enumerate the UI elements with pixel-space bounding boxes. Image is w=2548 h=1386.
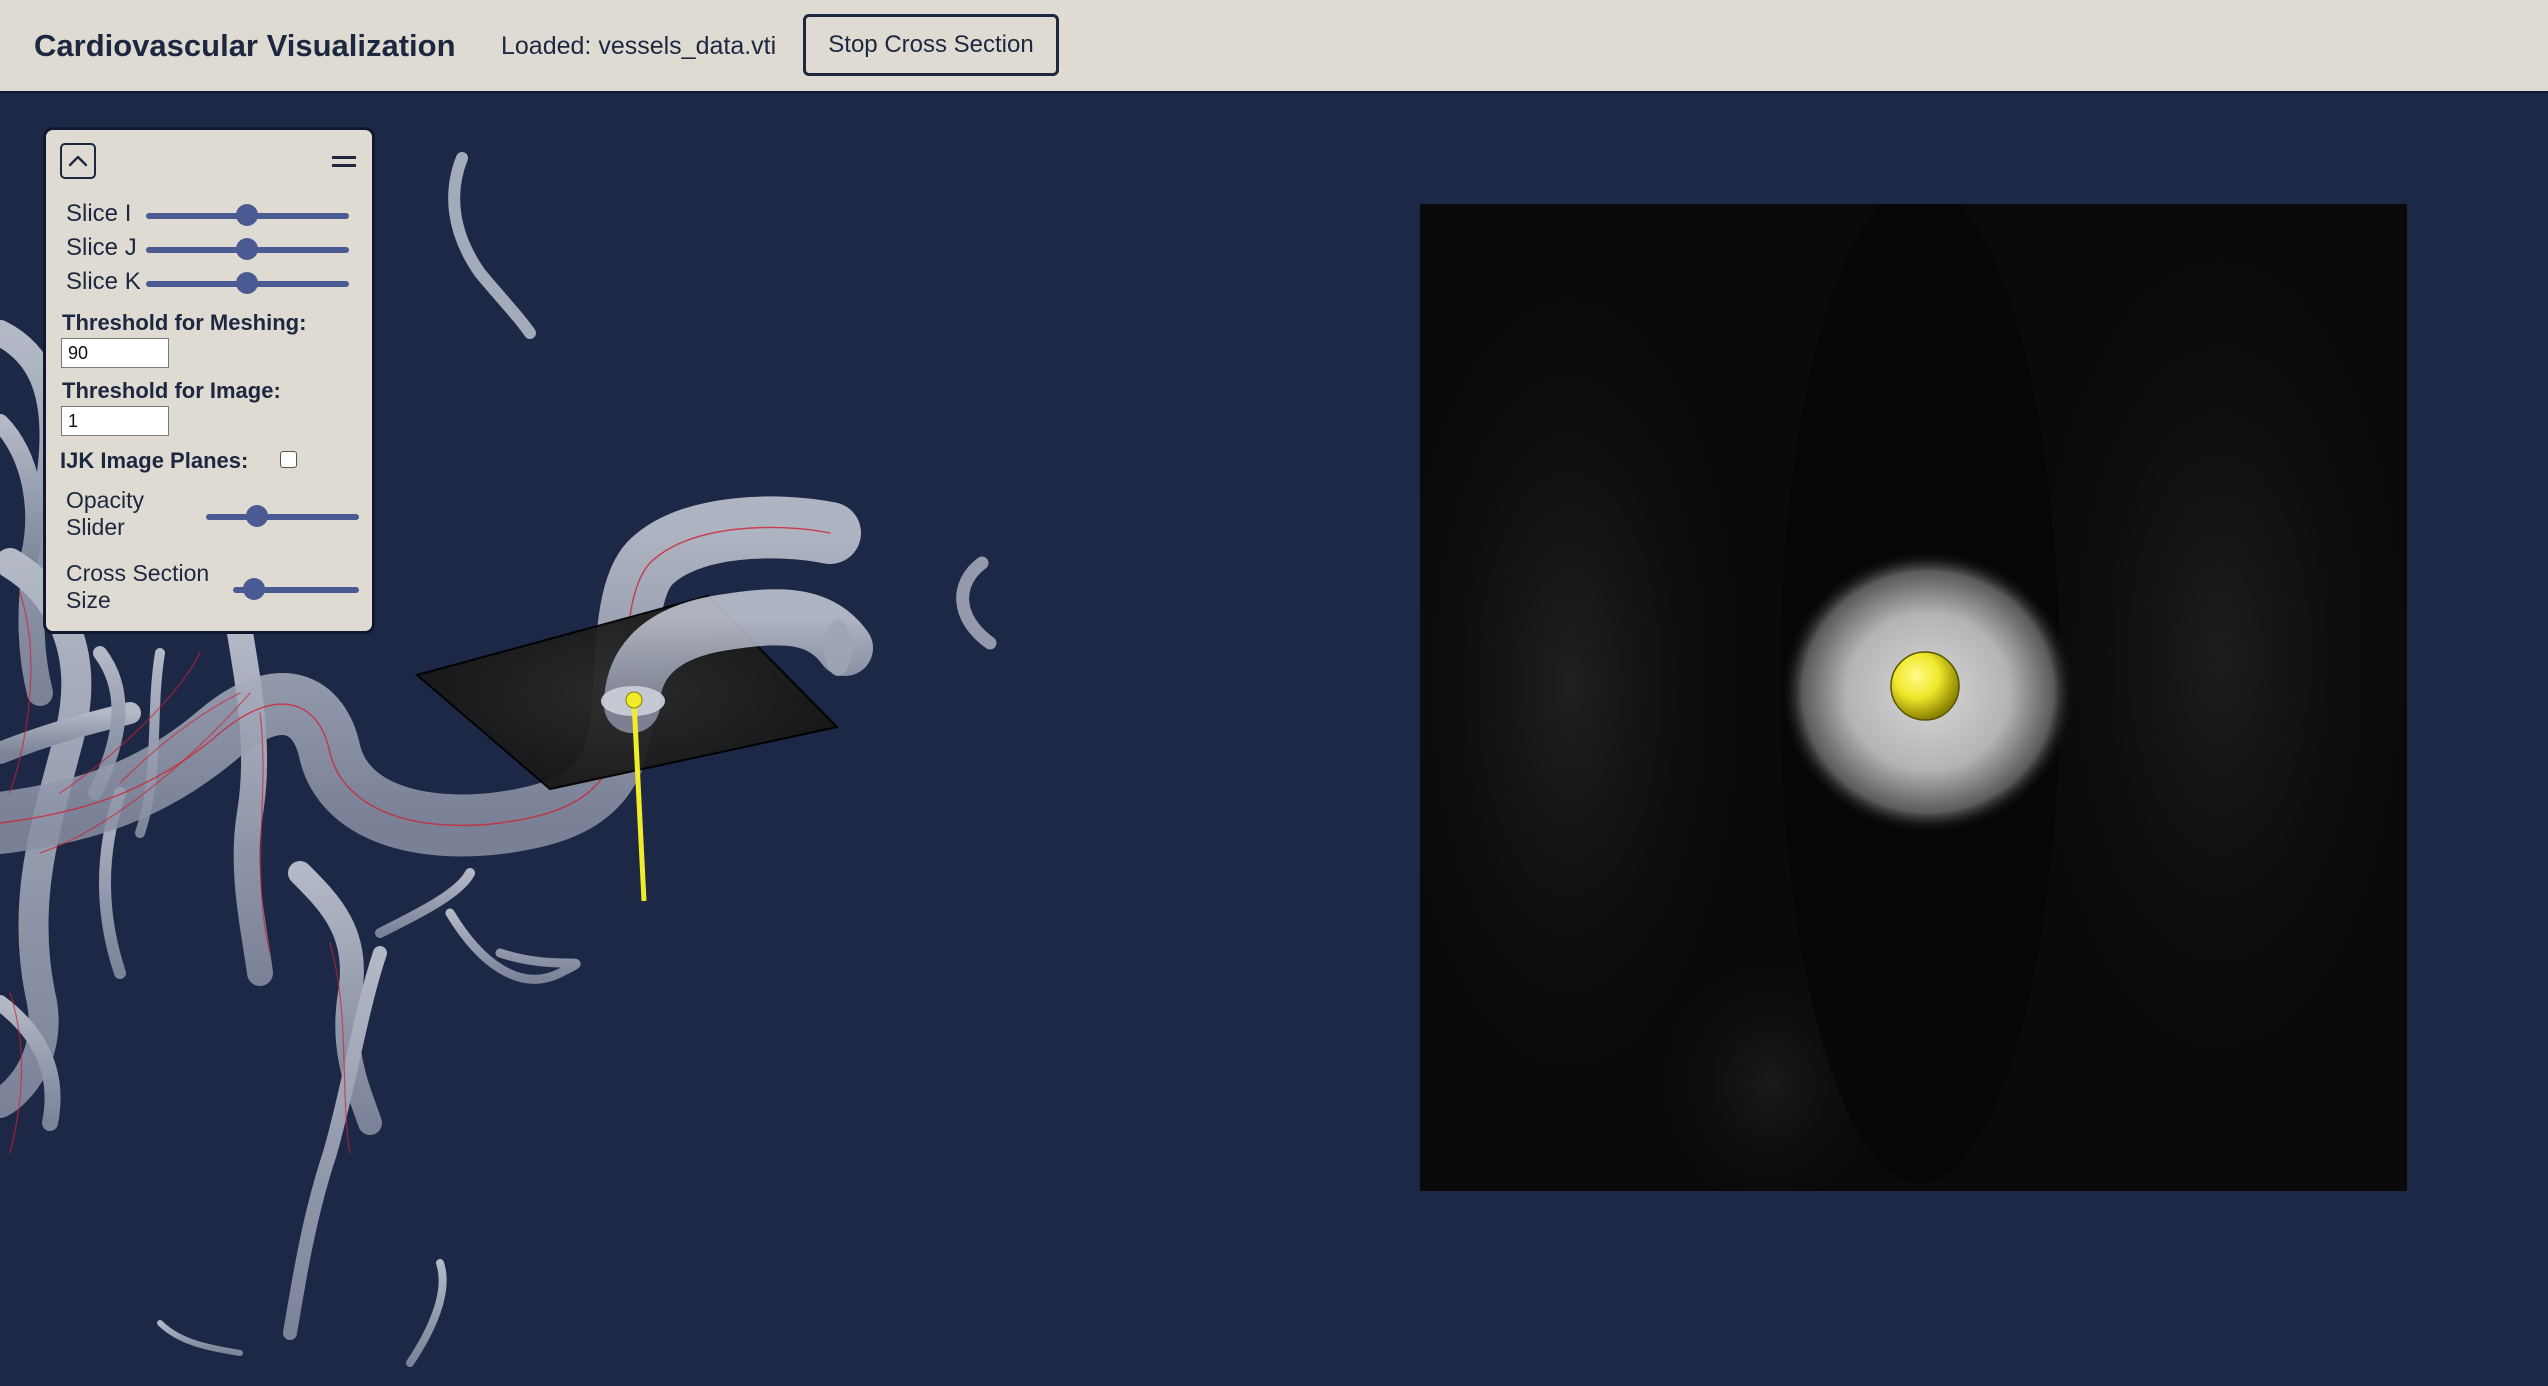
cross-section-view[interactable]	[1420, 204, 2407, 1191]
opacity-thumb[interactable]	[246, 505, 268, 527]
threshold-image-label: Threshold for Image:	[62, 378, 281, 403]
slice-i-slider[interactable]	[146, 203, 349, 229]
slice-k-label: Slice K	[66, 268, 141, 295]
ijk-planes-checkbox[interactable]	[280, 451, 297, 468]
slice-i-label: Slice I	[66, 200, 132, 227]
threshold-meshing-input[interactable]	[61, 338, 169, 368]
opacity-label: Opacity Slider	[66, 487, 144, 540]
cross-section-size-slider[interactable]	[233, 577, 359, 603]
menu-icon[interactable]	[332, 156, 356, 168]
slice-k-thumb[interactable]	[236, 272, 258, 294]
slice-i-thumb[interactable]	[236, 204, 258, 226]
stop-cross-section-button[interactable]: Stop Cross Section	[803, 14, 1059, 76]
slice-j-label: Slice J	[66, 234, 137, 261]
loaded-file-status: Loaded: vessels_data.vti	[501, 32, 777, 60]
app-title: Cardiovascular Visualization	[34, 28, 456, 63]
opacity-slider[interactable]	[206, 504, 359, 530]
cross-section-size-label: Cross Section Size	[66, 560, 210, 613]
threshold-image-input[interactable]	[61, 406, 169, 436]
control-panel: Slice I Slice J Slice K Threshold for Me…	[43, 127, 375, 634]
slice-j-thumb[interactable]	[236, 238, 258, 260]
cross-section-image	[1420, 204, 2407, 1191]
slice-k-slider[interactable]	[146, 271, 349, 297]
cross-section-size-thumb[interactable]	[243, 578, 265, 600]
slice-j-slider[interactable]	[146, 237, 349, 263]
chevron-up-icon	[68, 155, 88, 167]
collapse-panel-button[interactable]	[60, 143, 96, 179]
ijk-planes-label: IJK Image Planes:	[60, 448, 249, 473]
top-bar: Cardiovascular Visualization Loaded: ves…	[0, 0, 2548, 93]
threshold-meshing-label: Threshold for Meshing:	[62, 310, 307, 335]
